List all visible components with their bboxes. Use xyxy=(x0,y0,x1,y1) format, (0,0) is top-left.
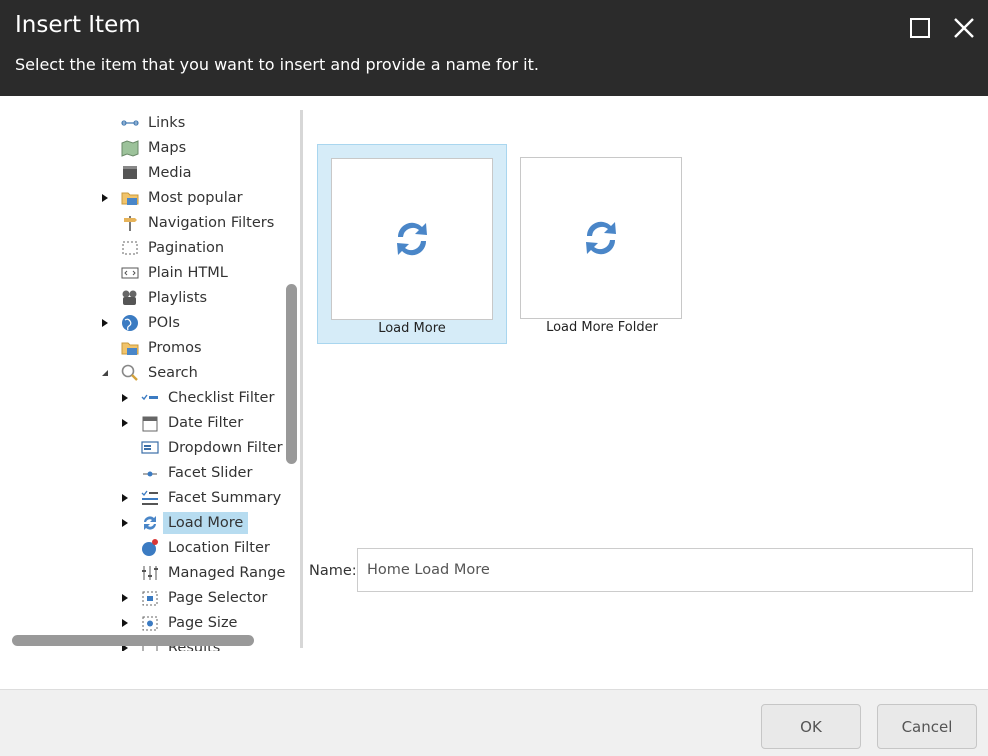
tree-item-label: Date Filter xyxy=(168,415,244,431)
template-tile-load-more-folder[interactable]: Load More Folder xyxy=(507,144,697,344)
tree-item-facet-slider[interactable]: Facet Slider xyxy=(0,462,300,484)
name-label: Name: xyxy=(309,563,357,579)
close-icon xyxy=(954,18,974,38)
collapsed-arrow-icon[interactable] xyxy=(120,512,130,534)
maximize-icon xyxy=(910,18,930,38)
tree-item-label: Links xyxy=(148,115,186,131)
tree-item-label: Managed Range xyxy=(168,565,286,581)
collapsed-arrow-icon[interactable] xyxy=(120,487,130,509)
collapsed-arrow-icon[interactable] xyxy=(120,587,130,609)
tree-item-label: Facet Summary xyxy=(168,490,282,506)
tree-item-playlists[interactable]: Playlists xyxy=(0,287,300,309)
tree-item-page-size[interactable]: Page Size xyxy=(0,612,300,634)
tree-item-label: Plain HTML xyxy=(148,265,228,281)
dialog-footer: OK Cancel xyxy=(0,689,988,756)
tree-item-search[interactable]: Search xyxy=(0,362,300,384)
tree-item-pagination[interactable]: Pagination xyxy=(0,237,300,259)
tree-item-label: Media xyxy=(148,165,192,181)
tree-item-label: Playlists xyxy=(148,290,208,306)
close-button[interactable] xyxy=(950,14,978,42)
maximize-button[interactable] xyxy=(906,14,934,42)
tree-item-label: Most popular xyxy=(148,190,243,206)
refresh-icon xyxy=(397,222,427,256)
signpost-icon xyxy=(120,213,140,233)
globe-pin-icon xyxy=(140,538,160,558)
template-thumbnail xyxy=(520,157,682,319)
tree-item-label: Promos xyxy=(148,340,202,356)
collapsed-arrow-icon[interactable] xyxy=(120,412,130,434)
page-selector-icon xyxy=(140,588,160,608)
links-icon xyxy=(120,113,140,133)
tree-item-label: Navigation Filters xyxy=(148,215,275,231)
pagination-icon xyxy=(120,238,140,258)
tree-item-facet-summary[interactable]: Facet Summary xyxy=(0,487,300,509)
tree-item-date-filter[interactable]: Date Filter xyxy=(0,412,300,434)
tree-item-most-popular[interactable]: Most popular xyxy=(0,187,300,209)
template-tree[interactable]: Links Maps Media Most popular Navigation Fil… xyxy=(0,96,300,651)
tree-item-load-more[interactable]: Load More xyxy=(0,512,300,534)
film-camera-icon xyxy=(120,288,140,308)
template-thumbnail xyxy=(331,158,493,320)
tree-item-label: Dropdown Filter xyxy=(168,440,283,456)
tree-item-label: Page Size xyxy=(168,615,238,631)
folder-icon xyxy=(120,338,140,358)
template-tile-label: Load More xyxy=(378,321,446,336)
tree-item-navigation-filters[interactable]: Navigation Filters xyxy=(0,212,300,234)
tree-item-links[interactable]: Links xyxy=(0,112,300,134)
range-sliders-icon xyxy=(140,563,160,583)
dialog-header: Insert Item Select the item that you wan… xyxy=(0,0,988,96)
tree-item-media[interactable]: Media xyxy=(0,162,300,184)
tree-item-label: Facet Slider xyxy=(168,465,253,481)
cancel-button[interactable]: Cancel xyxy=(877,704,977,749)
tree-item-pois[interactable]: POIs xyxy=(0,312,300,334)
checklist-icon xyxy=(140,388,160,408)
calendar-icon xyxy=(140,413,160,433)
tree-item-label: Load More xyxy=(163,512,249,534)
folder-icon xyxy=(120,188,140,208)
globe-icon xyxy=(120,313,140,333)
tree-item-location-filter[interactable]: Location Filter xyxy=(0,537,300,559)
tree-horizontal-scrollbar[interactable] xyxy=(12,635,254,646)
refresh-icon xyxy=(586,221,616,255)
tree-item-label: Maps xyxy=(148,140,187,156)
tree-item-label: Page Selector xyxy=(168,590,268,606)
slider-icon xyxy=(140,463,160,483)
name-input[interactable] xyxy=(357,548,973,592)
tree-item-managed-range[interactable]: Managed Range xyxy=(0,562,300,584)
refresh-icon xyxy=(140,513,160,533)
tree-item-maps[interactable]: Maps xyxy=(0,137,300,159)
dialog-subtitle: Select the item that you want to insert … xyxy=(15,55,539,74)
tree-item-dropdown-filter[interactable]: Dropdown Filter xyxy=(0,437,300,459)
ok-button[interactable]: OK xyxy=(761,704,861,749)
tree-vertical-scrollbar[interactable] xyxy=(286,284,297,464)
tree-item-page-selector[interactable]: Page Selector xyxy=(0,587,300,609)
tree-item-label: Pagination xyxy=(148,240,225,256)
tree-item-plain-html[interactable]: Plain HTML xyxy=(0,262,300,284)
media-icon xyxy=(120,163,140,183)
collapsed-arrow-icon[interactable] xyxy=(120,612,130,634)
code-icon xyxy=(120,263,140,283)
page-size-icon xyxy=(140,613,160,633)
tree-item-label: POIs xyxy=(148,315,180,331)
dropdown-icon xyxy=(140,438,160,458)
tree-item-checklist-filter[interactable]: Checklist Filter xyxy=(0,387,300,409)
magnifier-icon xyxy=(120,363,140,383)
tree-item-label: Location Filter xyxy=(168,540,270,556)
tree-item-label: Search xyxy=(148,365,198,381)
panel-splitter[interactable] xyxy=(300,110,303,648)
collapsed-arrow-icon[interactable] xyxy=(120,387,130,409)
dialog-title: Insert Item xyxy=(15,12,141,38)
template-tile-label: Load More Folder xyxy=(546,320,658,335)
expanded-arrow-icon[interactable] xyxy=(100,362,110,384)
tree-item-promos[interactable]: Promos xyxy=(0,337,300,359)
map-icon xyxy=(120,138,140,158)
summary-list-icon xyxy=(140,488,160,508)
collapsed-arrow-icon[interactable] xyxy=(100,312,110,334)
collapsed-arrow-icon[interactable] xyxy=(100,187,110,209)
tree-item-label: Checklist Filter xyxy=(168,390,275,406)
template-tile-load-more[interactable]: Load More xyxy=(317,144,507,344)
